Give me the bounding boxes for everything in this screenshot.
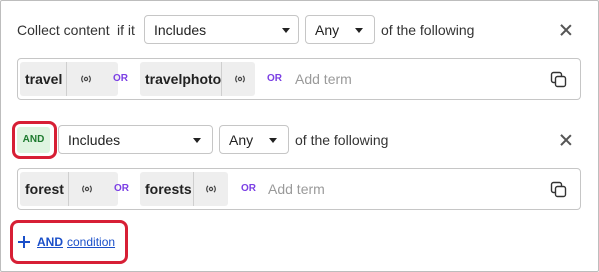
- or-label: OR: [114, 183, 129, 194]
- chip-divider: [221, 62, 222, 96]
- highlight-box: [12, 121, 57, 159]
- term-chip[interactable]: forest: [20, 172, 118, 206]
- broadcast-icon[interactable]: [203, 181, 219, 197]
- broadcast-icon[interactable]: [78, 71, 94, 87]
- if-it-label: if it: [117, 22, 135, 38]
- quantifier-select-2-value: Any: [229, 132, 254, 148]
- copy-icon[interactable]: [550, 181, 568, 199]
- chip-divider: [68, 172, 69, 206]
- term-chip-label: forests: [145, 181, 192, 197]
- of-the-following-label: of the following: [381, 22, 475, 38]
- caret-down-icon: [193, 138, 201, 143]
- broadcast-icon[interactable]: [79, 181, 95, 197]
- add-term-input[interactable]: Add term: [268, 181, 325, 197]
- term-chip-label: travel: [25, 71, 63, 87]
- close-icon[interactable]: [559, 133, 573, 147]
- quantifier-select-2[interactable]: Any: [219, 125, 289, 154]
- term-chip-label: forest: [25, 181, 64, 197]
- quantifier-select-1-value: Any: [315, 22, 340, 38]
- term-chip[interactable]: travelphoto: [140, 62, 255, 96]
- broadcast-icon[interactable]: [232, 71, 248, 87]
- collect-content-label: Collect content: [17, 22, 110, 38]
- add-term-input[interactable]: Add term: [295, 71, 352, 87]
- caret-down-icon: [282, 28, 290, 33]
- copy-icon[interactable]: [550, 71, 568, 89]
- term-chip[interactable]: forests: [140, 172, 228, 206]
- match-select-2[interactable]: Includes: [58, 125, 213, 154]
- chip-divider: [193, 172, 194, 206]
- caret-down-icon: [355, 28, 363, 33]
- or-label: OR: [241, 183, 256, 194]
- quantifier-select-1[interactable]: Any: [305, 15, 375, 44]
- match-select-2-value: Includes: [68, 132, 121, 148]
- match-select-1[interactable]: Includes: [144, 15, 299, 44]
- or-label: OR: [113, 73, 128, 84]
- term-chip-label: travelphoto: [145, 71, 222, 87]
- highlight-box: [10, 220, 128, 264]
- of-the-following-label: of the following: [295, 132, 389, 148]
- or-label: OR: [267, 73, 282, 84]
- term-chip[interactable]: travel: [20, 62, 118, 96]
- close-icon[interactable]: [559, 23, 573, 37]
- match-select-1-value: Includes: [154, 22, 207, 38]
- caret-down-icon: [269, 138, 277, 143]
- terms-box-2[interactable]: forest OR forests OR Add term: [17, 168, 581, 210]
- chip-divider: [66, 62, 67, 96]
- terms-box-1[interactable]: travel OR travelphoto OR Add term: [17, 58, 581, 100]
